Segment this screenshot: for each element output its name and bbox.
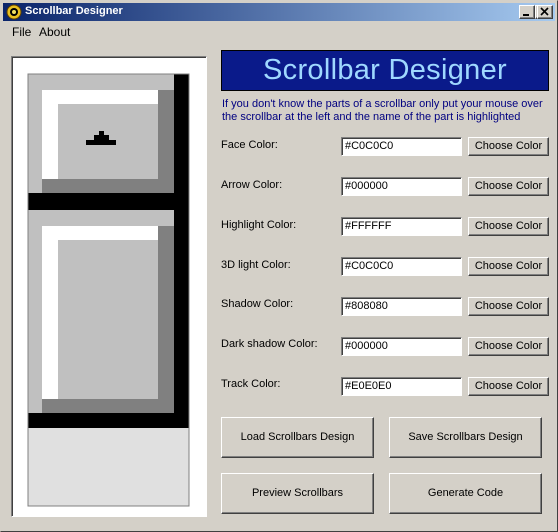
3d-light-color-choose-button[interactable]: Choose Color (468, 257, 549, 276)
highlight-color-label: Highlight Color: (221, 219, 297, 231)
load-design-button[interactable]: Load Scrollbars Design (221, 417, 374, 458)
scrollbar-arrow-button[interactable] (28, 74, 189, 210)
close-icon (540, 7, 549, 16)
arrow-color-choose-button[interactable]: Choose Color (468, 177, 549, 196)
menu-file[interactable]: File (12, 25, 31, 39)
generate-code-button[interactable]: Generate Code (389, 473, 542, 514)
face-color-label: Face Color: (221, 139, 278, 151)
banner-title: Scrollbar Designer (221, 50, 549, 91)
dark-shadow-color-label: Dark shadow Color: (221, 338, 318, 350)
shadow-color-choose-button[interactable]: Choose Color (468, 297, 549, 316)
title-bar[interactable]: Scrollbar Designer (3, 3, 555, 21)
highlight-color-choose-button[interactable]: Choose Color (468, 217, 549, 236)
dark-shadow-color-input[interactable]: #000000 (341, 337, 462, 356)
dark-shadow-color-choose-button[interactable]: Choose Color (468, 337, 549, 356)
highlight-color-input[interactable]: #FFFFFF (341, 217, 462, 236)
shadow-color-input[interactable]: #808080 (341, 297, 462, 316)
arrow-color-input[interactable]: #000000 (341, 177, 462, 196)
close-button[interactable] (537, 5, 553, 19)
face-color-choose-button[interactable]: Choose Color (468, 137, 549, 156)
scrollbar-preview (27, 73, 190, 507)
scrollbar-preview-panel (11, 56, 207, 517)
3d-light-color-input[interactable]: #C0C0C0 (341, 257, 462, 276)
track-color-choose-button[interactable]: Choose Color (468, 377, 549, 396)
arrow-color-label: Arrow Color: (221, 179, 283, 191)
minimize-button[interactable] (519, 5, 535, 19)
3d-light-color-label: 3D light Color: (221, 259, 291, 271)
app-window: Scrollbar Designer File About Scrollbar … (0, 0, 558, 532)
track-color-label: Track Color: (221, 378, 281, 390)
window-title: Scrollbar Designer (25, 5, 123, 17)
track-color-input[interactable]: #E0E0E0 (341, 377, 462, 396)
minimize-icon (523, 14, 529, 16)
app-icon (6, 4, 22, 20)
info-text: If you don't know the parts of a scrollb… (222, 98, 543, 123)
shadow-color-label: Shadow Color: (221, 298, 294, 310)
preview-scrollbars-button[interactable]: Preview Scrollbars (221, 473, 374, 514)
face-color-input[interactable]: #C0C0C0 (341, 137, 462, 156)
save-design-button[interactable]: Save Scrollbars Design (389, 417, 542, 458)
menu-bar: File About (3, 22, 555, 41)
scrollbar-thumb[interactable] (28, 210, 189, 428)
menu-about[interactable]: About (39, 25, 70, 39)
scrollbar-track[interactable] (28, 428, 189, 506)
